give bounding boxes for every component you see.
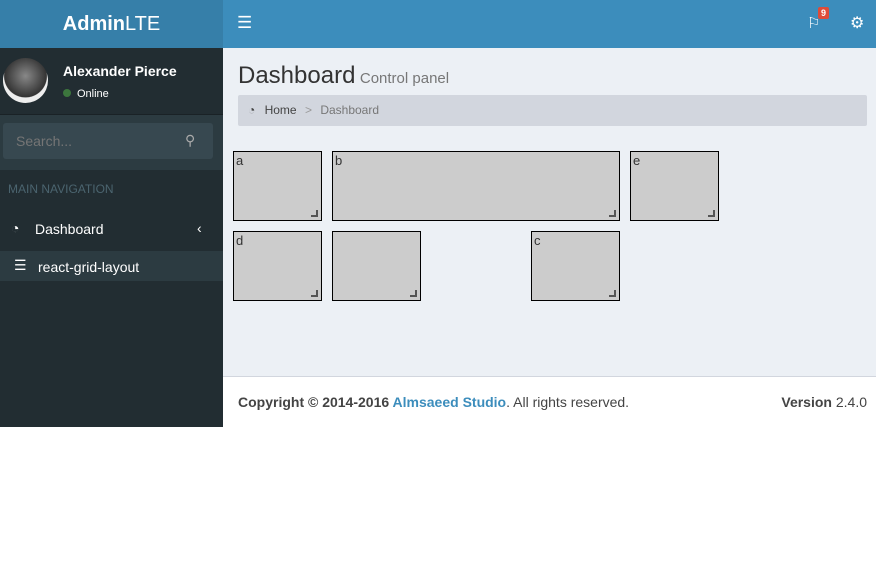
footer: Copyright © 2014-2016 Almsaeed Studio. A…: [223, 376, 876, 427]
grid-item-a[interactable]: a: [233, 151, 322, 221]
chevron-left-icon: ‹: [197, 220, 202, 236]
grid-item-e[interactable]: e: [630, 151, 719, 221]
grid-item-blank[interactable]: [332, 231, 421, 301]
notification-badge: 9: [818, 7, 830, 19]
sidebar-item-dashboard[interactable]: ◔ Dashboard ‹: [0, 216, 223, 242]
nav-header: MAIN NAVIGATION: [8, 182, 114, 196]
online-dot-icon: [63, 89, 71, 97]
breadcrumb-separator: >: [304, 103, 312, 117]
sidebar: Alexander Pierce Online ⚲ MAIN NAVIGATIO…: [0, 48, 223, 427]
sidebar-item-react-grid-layout[interactable]: ☰ react-grid-layout: [0, 251, 223, 281]
hamburger-menu-icon[interactable]: ☰: [237, 13, 252, 33]
search-icon[interactable]: ⚲: [185, 132, 195, 149]
breadcrumb-current: Dashboard: [320, 103, 380, 117]
breadcrumb: ◔ Home > Dashboard: [238, 95, 867, 126]
gears-icon[interactable]: ⚙: [850, 13, 864, 33]
avatar: [3, 58, 48, 103]
content-area: Dashboard Control panel ◔ Home > Dashboa…: [223, 48, 876, 376]
breadcrumb-home[interactable]: Home: [265, 103, 297, 117]
user-status: Online: [63, 88, 109, 100]
grid-item-c[interactable]: c: [531, 231, 620, 301]
table-icon: ☰: [14, 257, 27, 273]
search-input[interactable]: [3, 123, 213, 159]
user-name: Alexander Pierce: [63, 63, 177, 79]
logo[interactable]: AdminLTE: [0, 0, 223, 48]
grid-item-b[interactable]: b: [332, 151, 620, 221]
dashboard-icon: ◔: [11, 220, 20, 236]
grid-item-d[interactable]: d: [233, 231, 322, 301]
page-header: Dashboard Control panel: [238, 62, 450, 89]
company-link[interactable]: Almsaeed Studio: [393, 394, 507, 410]
dashboard-icon: ◔: [248, 103, 256, 117]
top-navbar: ☰ ⚐ 9 ⚙: [223, 0, 876, 48]
